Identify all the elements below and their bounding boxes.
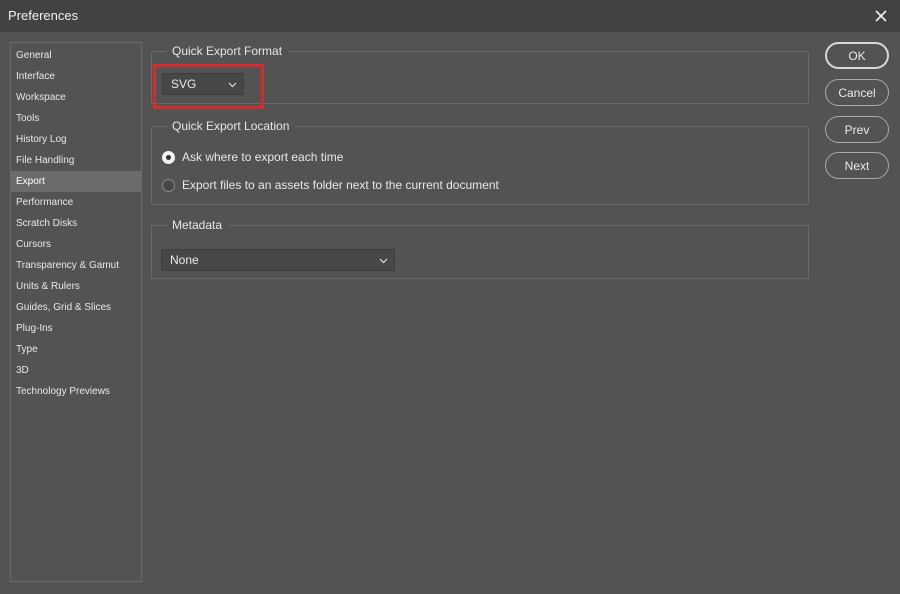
metadata-legend: Metadata [166, 217, 229, 233]
sidebar-item-interface[interactable]: Interface [11, 66, 141, 87]
next-button[interactable]: Next [825, 152, 889, 179]
quick-export-location-legend: Quick Export Location [166, 118, 296, 134]
sidebar-item-performance[interactable]: Performance [11, 192, 141, 213]
prev-button[interactable]: Prev [825, 116, 889, 143]
radio-button-unchecked[interactable] [162, 178, 175, 192]
title-bar: Preferences [0, 0, 900, 32]
sidebar-item-cursors[interactable]: Cursors [11, 234, 141, 255]
sidebar-item-tools[interactable]: Tools [11, 108, 141, 129]
cancel-button[interactable]: Cancel [825, 79, 889, 106]
sidebar-item-guides-grid-slices[interactable]: Guides, Grid & Slices [11, 297, 141, 318]
ok-button[interactable]: OK [825, 42, 889, 69]
sidebar-item-technology-previews[interactable]: Technology Previews [11, 381, 141, 402]
sidebar-item-export[interactable]: Export [11, 171, 141, 192]
sidebar-item-transparency-gamut[interactable]: Transparency & Gamut [11, 255, 141, 276]
sidebar-item-scratch-disks[interactable]: Scratch Disks [11, 213, 141, 234]
format-highlight-box [153, 64, 264, 109]
chevron-down-icon [379, 258, 388, 264]
close-icon [875, 10, 887, 22]
radio-assets-folder[interactable]: Export files to an assets folder next to… [162, 178, 499, 192]
metadata-select-value: None [170, 253, 199, 267]
window-title: Preferences [8, 8, 79, 23]
quick-export-location-group: Quick Export Location Ask where to expor… [151, 118, 809, 205]
sidebar-item-file-handling[interactable]: File Handling [11, 150, 141, 171]
radio-ask-each-time-label: Ask where to export each time [182, 150, 344, 164]
sidebar-item-units-rulers[interactable]: Units & Rulers [11, 276, 141, 297]
radio-button-checked[interactable] [162, 150, 175, 164]
sidebar-item-general[interactable]: General [11, 45, 141, 66]
preferences-sidebar: General Interface Workspace Tools Histor… [10, 42, 142, 582]
sidebar-item-3d[interactable]: 3D [11, 360, 141, 381]
radio-ask-each-time[interactable]: Ask where to export each time [162, 150, 343, 164]
sidebar-item-workspace[interactable]: Workspace [11, 87, 141, 108]
metadata-group: Metadata None [151, 217, 809, 279]
sidebar-item-plug-ins[interactable]: Plug-Ins [11, 318, 141, 339]
radio-assets-folder-label: Export files to an assets folder next to… [182, 178, 499, 192]
quick-export-format-legend: Quick Export Format [166, 43, 289, 59]
sidebar-item-history-log[interactable]: History Log [11, 129, 141, 150]
sidebar-item-type[interactable]: Type [11, 339, 141, 360]
metadata-select[interactable]: None [161, 249, 395, 271]
close-button[interactable] [870, 5, 892, 27]
